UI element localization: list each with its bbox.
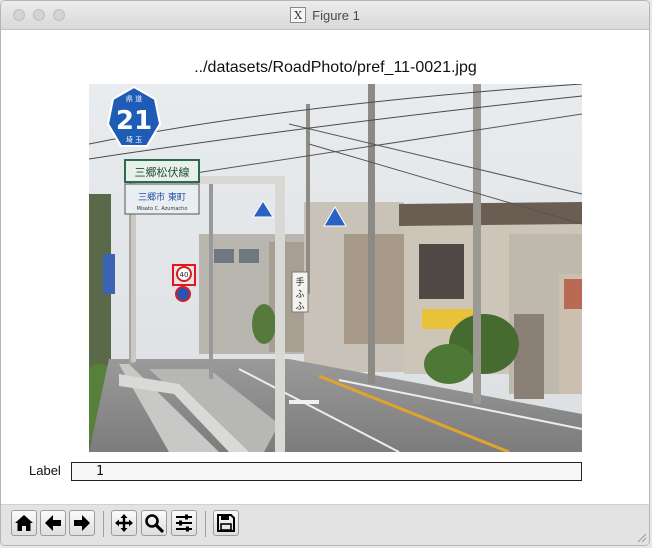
title-bar[interactable]: X Figure 1 bbox=[1, 1, 649, 30]
move-icon bbox=[115, 514, 133, 532]
road-photo: 県 道 21 埼 玉 三郷松伏線 三郷市 東町 Misato C. Azumac… bbox=[89, 84, 582, 452]
x11-icon: X bbox=[290, 7, 307, 23]
save-button[interactable] bbox=[213, 510, 239, 536]
zoom-icon bbox=[145, 514, 164, 533]
sliders-icon bbox=[176, 514, 192, 532]
resize-grip-icon[interactable] bbox=[635, 531, 647, 543]
label-textbox[interactable]: 1 bbox=[71, 462, 582, 481]
arrow-right-icon bbox=[74, 515, 90, 531]
toolbar-separator bbox=[103, 511, 104, 537]
window-title: Figure 1 bbox=[312, 7, 360, 23]
configure-subplots-button[interactable] bbox=[171, 510, 197, 536]
shop-sign-1: 手 bbox=[295, 276, 304, 288]
zoom-button[interactable] bbox=[141, 510, 167, 536]
shop-sign-3: ふ bbox=[295, 301, 304, 312]
figure-window: X Figure 1 ../datasets/RoadPhoto/pref_11… bbox=[0, 0, 650, 546]
window-title-group: X Figure 1 bbox=[1, 1, 649, 29]
navigation-toolbar bbox=[1, 504, 649, 545]
label-caption: Label bbox=[29, 463, 61, 478]
route-sign-top: 県 道 bbox=[126, 94, 142, 103]
toolbar-separator bbox=[205, 511, 206, 537]
pan-button[interactable] bbox=[111, 510, 137, 536]
route-sign-number: 21 bbox=[116, 106, 152, 136]
arrow-left-icon bbox=[45, 515, 61, 531]
home-button[interactable] bbox=[11, 510, 37, 536]
forward-button[interactable] bbox=[69, 510, 95, 536]
home-icon bbox=[15, 515, 33, 531]
sign-line2: 三郷市 東町 bbox=[138, 191, 186, 203]
figure-title: ../datasets/RoadPhoto/pref_11-0021.jpg bbox=[194, 59, 477, 76]
save-icon bbox=[217, 514, 235, 532]
sign-line3: Misato C. Azumacho bbox=[137, 206, 188, 212]
route-sign-bottom: 埼 玉 bbox=[126, 135, 142, 144]
back-button[interactable] bbox=[40, 510, 66, 536]
sign-line1: 三郷松伏線 bbox=[135, 165, 190, 179]
shop-sign-2: ふ bbox=[295, 289, 304, 300]
speed-sign-text: 40 bbox=[180, 271, 189, 279]
